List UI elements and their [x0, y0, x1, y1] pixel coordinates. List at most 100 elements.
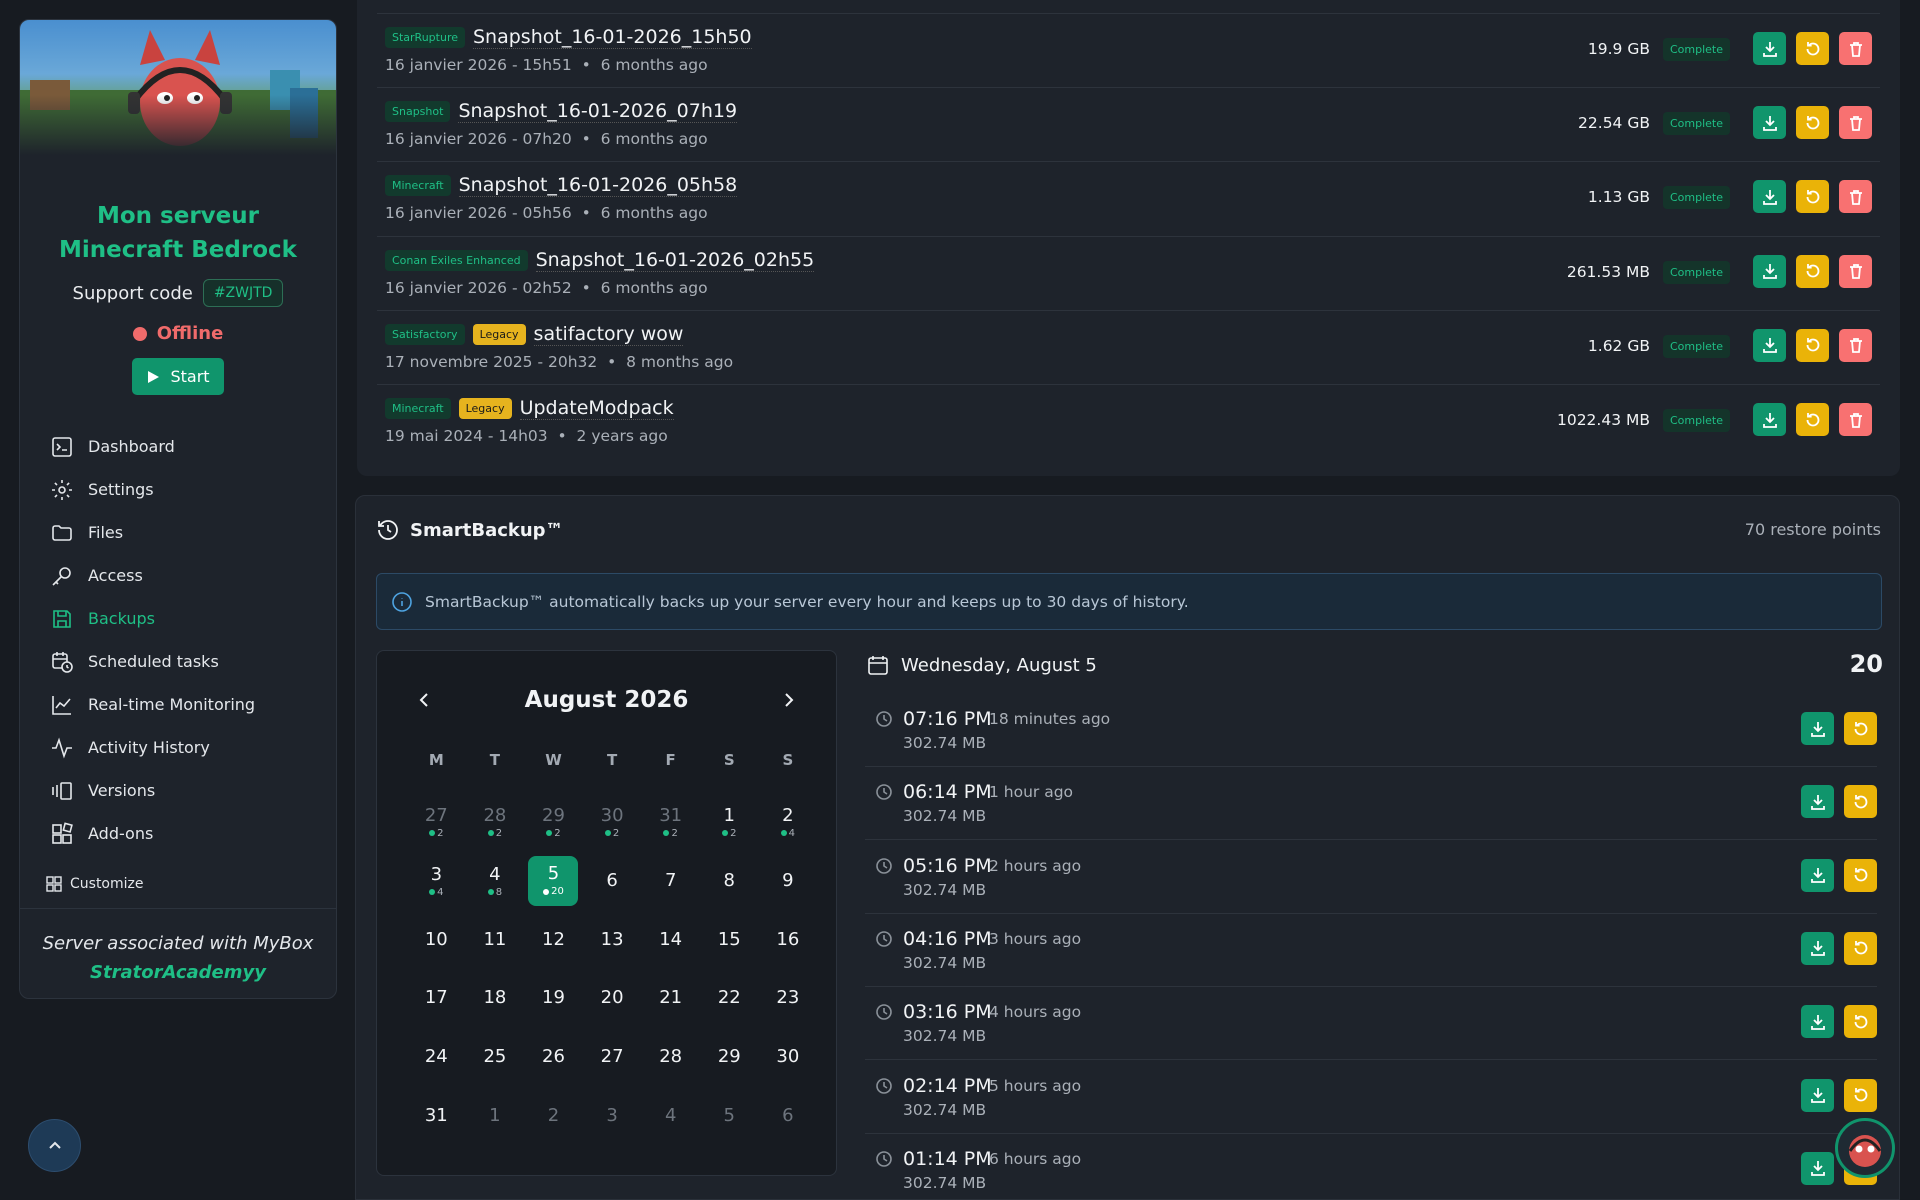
calendar-day[interactable]: 23 [759, 969, 818, 1028]
calendar-day[interactable]: 26 [524, 1028, 583, 1087]
calendar-day[interactable]: 6 [759, 1086, 818, 1145]
calendar-day[interactable]: 17 [407, 969, 466, 1028]
sidebar-footer: Server associated with MyBox StratorAcad… [20, 908, 336, 998]
mybox-link[interactable]: StratorAcademyy [20, 958, 336, 987]
calendar-day[interactable]: 13 [583, 910, 642, 969]
sidebar-item-settings[interactable]: Settings [20, 468, 336, 511]
calendar-day[interactable]: 15 [700, 910, 759, 969]
restore-button[interactable] [1796, 180, 1829, 214]
snapshot-name[interactable]: Snapshot_16-01-2026_02h55 [535, 249, 815, 272]
restore-button[interactable] [1796, 254, 1829, 288]
calendar-day[interactable]: 5 [700, 1086, 759, 1145]
calendar-day[interactable]: 4 [641, 1086, 700, 1145]
day-number: 16 [776, 928, 800, 950]
prev-month-button[interactable] [415, 690, 435, 710]
restore-button[interactable] [1796, 403, 1829, 436]
calendar-day[interactable]: 29 [700, 1028, 759, 1087]
restore-button[interactable] [1796, 106, 1829, 140]
calendar-day[interactable]: 30 2 [583, 793, 642, 852]
start-button[interactable]: Start [132, 358, 224, 395]
delete-button[interactable] [1839, 180, 1872, 214]
download-button[interactable] [1753, 32, 1786, 65]
snapshot-name[interactable]: satifactory wow [533, 323, 684, 346]
calendar-day[interactable]: 27 2 [407, 793, 466, 852]
snapshot-name[interactable]: Snapshot_16-01-2026_15h50 [473, 26, 752, 49]
calendar-day[interactable]: 6 [583, 852, 642, 911]
next-month-button[interactable] [778, 690, 798, 710]
snapshot-name[interactable]: Snapshot_16-01-2026_05h58 [458, 174, 738, 198]
calendar-day[interactable]: 28 [641, 1028, 700, 1087]
calendar-day[interactable]: 28 2 [466, 793, 525, 852]
download-button[interactable] [1753, 106, 1786, 140]
download-button[interactable] [1753, 328, 1786, 362]
calendar-day[interactable]: 20 [583, 969, 642, 1028]
status-badge: Complete [1662, 260, 1730, 284]
snapshot-name[interactable]: Snapshot_16-01-2026_07h19 [458, 100, 738, 124]
restore-button[interactable] [1844, 931, 1877, 965]
scroll-top-button[interactable] [28, 1119, 81, 1172]
delete-button[interactable] [1839, 254, 1872, 288]
calendar-day[interactable]: 8 [700, 852, 759, 911]
sidebar-item-versions[interactable]: Versions [20, 769, 336, 812]
support-chat-avatar[interactable] [1835, 1118, 1895, 1178]
sidebar-item-files[interactable]: Files [20, 511, 336, 554]
calendar-day[interactable]: 25 [466, 1028, 525, 1087]
calendar-day[interactable]: 27 [583, 1028, 642, 1087]
download-button[interactable] [1753, 180, 1786, 214]
calendar-day[interactable]: 12 [524, 910, 583, 969]
delete-button[interactable] [1839, 32, 1872, 65]
calendar-day[interactable]: 21 [641, 969, 700, 1028]
download-button[interactable] [1801, 785, 1834, 819]
calendar-day[interactable]: 11 [466, 910, 525, 969]
download-button[interactable] [1753, 403, 1786, 436]
calendar-day[interactable]: 16 [759, 910, 818, 969]
sidebar-item-access[interactable]: Access [20, 554, 336, 597]
calendar-day[interactable]: 3 [583, 1086, 642, 1145]
calendar-day[interactable]: 12 [700, 793, 759, 852]
restore-button[interactable] [1844, 785, 1877, 819]
customize-button[interactable]: Customize [20, 869, 336, 899]
calendar-day-selected[interactable]: 5 20 [528, 855, 579, 906]
download-button[interactable] [1801, 1005, 1834, 1039]
sidebar-item-activity-history[interactable]: Activity History [20, 726, 336, 769]
delete-button[interactable] [1839, 106, 1872, 140]
sidebar-item-backups[interactable]: Backups [20, 597, 336, 640]
calendar-day[interactable]: 9 [759, 852, 818, 911]
snapshot-name[interactable]: UpdateModpack [519, 397, 674, 420]
download-button[interactable] [1801, 1078, 1834, 1112]
restore-button[interactable] [1844, 1078, 1877, 1112]
calendar-day[interactable]: 18 [466, 969, 525, 1028]
calendar-day[interactable]: 19 [524, 969, 583, 1028]
restore-button[interactable] [1844, 712, 1877, 745]
sidebar-item-add-ons[interactable]: Add-ons [20, 812, 336, 855]
calendar-day[interactable]: 22 [700, 969, 759, 1028]
calendar-day[interactable]: 2 [524, 1086, 583, 1145]
calendar-day[interactable]: 10 [407, 910, 466, 969]
sidebar-item-dashboard[interactable]: Dashboard [20, 425, 336, 468]
calendar-day[interactable]: 48 [466, 852, 525, 911]
download-button[interactable] [1753, 254, 1786, 288]
restore-button[interactable] [1844, 1005, 1877, 1039]
calendar-day[interactable]: 7 [641, 852, 700, 911]
calendar-day[interactable]: 14 [641, 910, 700, 969]
download-button[interactable] [1801, 858, 1834, 892]
calendar-day[interactable]: 24 [407, 1028, 466, 1087]
restore-button[interactable] [1796, 328, 1829, 362]
restore-button[interactable] [1844, 858, 1877, 892]
download-button[interactable] [1801, 931, 1834, 965]
restore-button[interactable] [1796, 32, 1829, 65]
sidebar-item-scheduled-tasks[interactable]: Scheduled tasks [20, 640, 336, 683]
calendar-day[interactable]: 34 [407, 852, 466, 911]
calendar-day[interactable]: 1 [466, 1086, 525, 1145]
calendar-day[interactable]: 24 [759, 793, 818, 852]
calendar-day[interactable]: 30 [759, 1028, 818, 1087]
download-button[interactable] [1801, 712, 1834, 745]
download-button[interactable] [1801, 1151, 1834, 1185]
support-code-badge[interactable]: #ZWJTD [202, 279, 284, 307]
calendar-day[interactable]: 31 2 [641, 793, 700, 852]
calendar-day[interactable]: 29 2 [524, 793, 583, 852]
delete-button[interactable] [1839, 328, 1872, 362]
calendar-day[interactable]: 31 [407, 1086, 466, 1145]
sidebar-item-real-time-monitoring[interactable]: Real-time Monitoring [20, 683, 336, 726]
delete-button[interactable] [1839, 403, 1872, 436]
